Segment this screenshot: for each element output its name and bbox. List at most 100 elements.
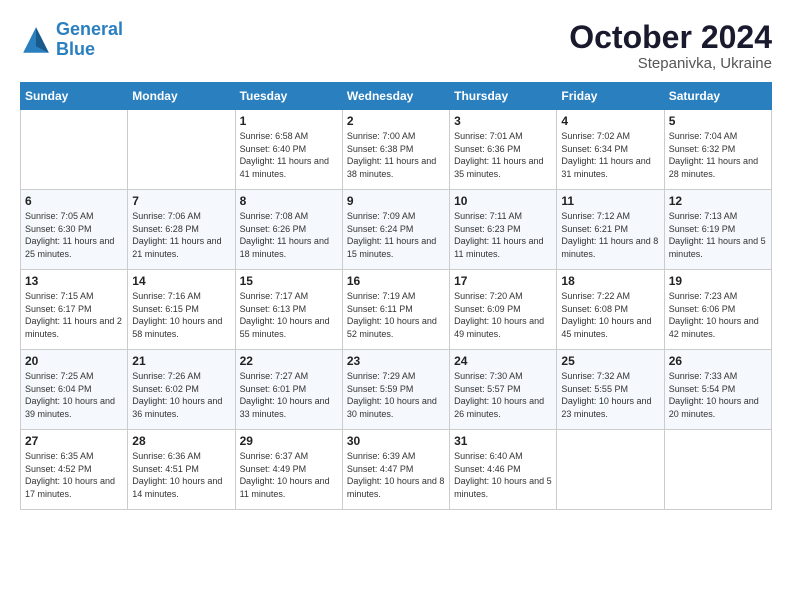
day-info: Sunrise: 7:33 AM Sunset: 5:54 PM Dayligh… bbox=[669, 370, 767, 420]
day-number: 13 bbox=[25, 274, 123, 288]
calendar-day-cell: 24 Sunrise: 7:30 AM Sunset: 5:57 PM Dayli… bbox=[450, 350, 557, 430]
day-number: 18 bbox=[561, 274, 659, 288]
day-info: Sunrise: 7:06 AM Sunset: 6:28 PM Dayligh… bbox=[132, 210, 230, 260]
calendar-day-cell: 17 Sunrise: 7:20 AM Sunset: 6:09 PM Dayli… bbox=[450, 270, 557, 350]
day-number: 3 bbox=[454, 114, 552, 128]
calendar-day-cell: 11 Sunrise: 7:12 AM Sunset: 6:21 PM Dayli… bbox=[557, 190, 664, 270]
day-info: Sunrise: 6:40 AM Sunset: 4:46 PM Dayligh… bbox=[454, 450, 552, 500]
day-info: Sunrise: 7:20 AM Sunset: 6:09 PM Dayligh… bbox=[454, 290, 552, 340]
day-number: 5 bbox=[669, 114, 767, 128]
calendar-day-cell: 6Sunrise: 7:05 AM Sunset: 6:30 PM Daylig… bbox=[21, 190, 128, 270]
day-number: 29 bbox=[240, 434, 338, 448]
day-info: Sunrise: 6:37 AM Sunset: 4:49 PM Dayligh… bbox=[240, 450, 338, 500]
logo-line1: General bbox=[56, 19, 123, 39]
location-subtitle: Stepanivka, Ukraine bbox=[569, 55, 772, 72]
title-block: October 2024 Stepanivka, Ukraine bbox=[569, 20, 772, 72]
calendar-day-cell: 12Sunrise: 7:13 AM Sunset: 6:19 PM Dayli… bbox=[664, 190, 771, 270]
day-number: 30 bbox=[347, 434, 445, 448]
day-info: Sunrise: 7:11 AM Sunset: 6:23 PM Dayligh… bbox=[454, 210, 552, 260]
day-info: Sunrise: 6:35 AM Sunset: 4:52 PM Dayligh… bbox=[25, 450, 123, 500]
weekday-header-cell: Tuesday bbox=[235, 83, 342, 110]
day-number: 14 bbox=[132, 274, 230, 288]
logo-text: General Blue bbox=[56, 20, 123, 60]
weekday-header-cell: Wednesday bbox=[342, 83, 449, 110]
day-number: 4 bbox=[561, 114, 659, 128]
day-number: 8 bbox=[240, 194, 338, 208]
calendar-day-cell: 14 Sunrise: 7:16 AM Sunset: 6:15 PM Dayli… bbox=[128, 270, 235, 350]
calendar-table: SundayMondayTuesdayWednesdayThursdayFrid… bbox=[20, 82, 772, 510]
day-info: Sunrise: 7:23 AM Sunset: 6:06 PM Dayligh… bbox=[669, 290, 767, 340]
calendar-day-cell: 20 Sunrise: 7:25 AM Sunset: 6:04 PM Dayli… bbox=[21, 350, 128, 430]
weekday-header-cell: Monday bbox=[128, 83, 235, 110]
day-info: Sunrise: 6:58 AM Sunset: 6:40 PM Dayligh… bbox=[240, 130, 338, 180]
day-number: 19 bbox=[669, 274, 767, 288]
calendar-week-row: 1Sunrise: 6:58 AM Sunset: 6:40 PM Daylig… bbox=[21, 110, 772, 190]
calendar-day-cell: 27 Sunrise: 6:35 AM Sunset: 4:52 PM Dayli… bbox=[21, 430, 128, 510]
day-number: 21 bbox=[132, 354, 230, 368]
day-info: Sunrise: 7:27 AM Sunset: 6:01 PM Dayligh… bbox=[240, 370, 338, 420]
calendar-day-cell: 5 Sunrise: 7:04 AM Sunset: 6:32 PM Daylig… bbox=[664, 110, 771, 190]
calendar-day-cell: 15 Sunrise: 7:17 AM Sunset: 6:13 PM Dayli… bbox=[235, 270, 342, 350]
day-number: 20 bbox=[25, 354, 123, 368]
day-info: Sunrise: 7:05 AM Sunset: 6:30 PM Dayligh… bbox=[25, 210, 123, 260]
calendar-day-cell: 8 Sunrise: 7:08 AM Sunset: 6:26 PM Daylig… bbox=[235, 190, 342, 270]
day-number: 28 bbox=[132, 434, 230, 448]
day-info: Sunrise: 7:29 AM Sunset: 5:59 PM Dayligh… bbox=[347, 370, 445, 420]
calendar-day-cell: 30 Sunrise: 6:39 AM Sunset: 4:47 PM Dayli… bbox=[342, 430, 449, 510]
calendar-day-cell: 2 Sunrise: 7:00 AM Sunset: 6:38 PM Daylig… bbox=[342, 110, 449, 190]
calendar-day-cell: 25Sunrise: 7:32 AM Sunset: 5:55 PM Dayli… bbox=[557, 350, 664, 430]
day-number: 17 bbox=[454, 274, 552, 288]
day-info: Sunrise: 7:25 AM Sunset: 6:04 PM Dayligh… bbox=[25, 370, 123, 420]
day-number: 27 bbox=[25, 434, 123, 448]
calendar-week-row: 27 Sunrise: 6:35 AM Sunset: 4:52 PM Dayli… bbox=[21, 430, 772, 510]
calendar-day-cell: 9Sunrise: 7:09 AM Sunset: 6:24 PM Daylig… bbox=[342, 190, 449, 270]
logo-line2: Blue bbox=[56, 39, 95, 59]
day-number: 10 bbox=[454, 194, 552, 208]
logo-icon bbox=[20, 24, 52, 56]
calendar-day-cell: 16Sunrise: 7:19 AM Sunset: 6:11 PM Dayli… bbox=[342, 270, 449, 350]
day-info: Sunrise: 6:36 AM Sunset: 4:51 PM Dayligh… bbox=[132, 450, 230, 500]
day-number: 16 bbox=[347, 274, 445, 288]
calendar-day-cell: 21 Sunrise: 7:26 AM Sunset: 6:02 PM Dayli… bbox=[128, 350, 235, 430]
day-info: Sunrise: 7:00 AM Sunset: 6:38 PM Dayligh… bbox=[347, 130, 445, 180]
day-info: Sunrise: 7:08 AM Sunset: 6:26 PM Dayligh… bbox=[240, 210, 338, 260]
day-number: 22 bbox=[240, 354, 338, 368]
day-info: Sunrise: 7:04 AM Sunset: 6:32 PM Dayligh… bbox=[669, 130, 767, 180]
calendar-day-cell: 7Sunrise: 7:06 AM Sunset: 6:28 PM Daylig… bbox=[128, 190, 235, 270]
day-number: 31 bbox=[454, 434, 552, 448]
day-number: 23 bbox=[347, 354, 445, 368]
day-info: Sunrise: 7:02 AM Sunset: 6:34 PM Dayligh… bbox=[561, 130, 659, 180]
calendar-body: 1Sunrise: 6:58 AM Sunset: 6:40 PM Daylig… bbox=[21, 110, 772, 510]
calendar-day-cell: 18 Sunrise: 7:22 AM Sunset: 6:08 PM Dayli… bbox=[557, 270, 664, 350]
day-info: Sunrise: 7:17 AM Sunset: 6:13 PM Dayligh… bbox=[240, 290, 338, 340]
calendar-day-cell: 28 Sunrise: 6:36 AM Sunset: 4:51 PM Dayli… bbox=[128, 430, 235, 510]
day-number: 24 bbox=[454, 354, 552, 368]
calendar-day-cell: 29 Sunrise: 6:37 AM Sunset: 4:49 PM Dayli… bbox=[235, 430, 342, 510]
calendar-day-cell: 23 Sunrise: 7:29 AM Sunset: 5:59 PM Dayli… bbox=[342, 350, 449, 430]
day-info: Sunrise: 7:26 AM Sunset: 6:02 PM Dayligh… bbox=[132, 370, 230, 420]
calendar-day-cell bbox=[664, 430, 771, 510]
day-info: Sunrise: 7:22 AM Sunset: 6:08 PM Dayligh… bbox=[561, 290, 659, 340]
day-info: Sunrise: 7:12 AM Sunset: 6:21 PM Dayligh… bbox=[561, 210, 659, 260]
day-info: Sunrise: 7:30 AM Sunset: 5:57 PM Dayligh… bbox=[454, 370, 552, 420]
weekday-header-cell: Friday bbox=[557, 83, 664, 110]
calendar-day-cell: 31 Sunrise: 6:40 AM Sunset: 4:46 PM Dayli… bbox=[450, 430, 557, 510]
calendar-day-cell bbox=[128, 110, 235, 190]
calendar-day-cell: 10 Sunrise: 7:11 AM Sunset: 6:23 PM Dayli… bbox=[450, 190, 557, 270]
day-info: Sunrise: 7:13 AM Sunset: 6:19 PM Dayligh… bbox=[669, 210, 767, 260]
day-number: 11 bbox=[561, 194, 659, 208]
day-number: 2 bbox=[347, 114, 445, 128]
weekday-header-row: SundayMondayTuesdayWednesdayThursdayFrid… bbox=[21, 83, 772, 110]
calendar-day-cell: 1Sunrise: 6:58 AM Sunset: 6:40 PM Daylig… bbox=[235, 110, 342, 190]
day-info: Sunrise: 7:01 AM Sunset: 6:36 PM Dayligh… bbox=[454, 130, 552, 180]
calendar-week-row: 6Sunrise: 7:05 AM Sunset: 6:30 PM Daylig… bbox=[21, 190, 772, 270]
day-info: Sunrise: 7:16 AM Sunset: 6:15 PM Dayligh… bbox=[132, 290, 230, 340]
calendar-week-row: 20 Sunrise: 7:25 AM Sunset: 6:04 PM Dayli… bbox=[21, 350, 772, 430]
calendar-day-cell: 4 Sunrise: 7:02 AM Sunset: 6:34 PM Daylig… bbox=[557, 110, 664, 190]
day-info: Sunrise: 7:15 AM Sunset: 6:17 PM Dayligh… bbox=[25, 290, 123, 340]
day-number: 9 bbox=[347, 194, 445, 208]
day-number: 15 bbox=[240, 274, 338, 288]
day-info: Sunrise: 6:39 AM Sunset: 4:47 PM Dayligh… bbox=[347, 450, 445, 500]
day-number: 25 bbox=[561, 354, 659, 368]
calendar-day-cell: 13 Sunrise: 7:15 AM Sunset: 6:17 PM Dayli… bbox=[21, 270, 128, 350]
